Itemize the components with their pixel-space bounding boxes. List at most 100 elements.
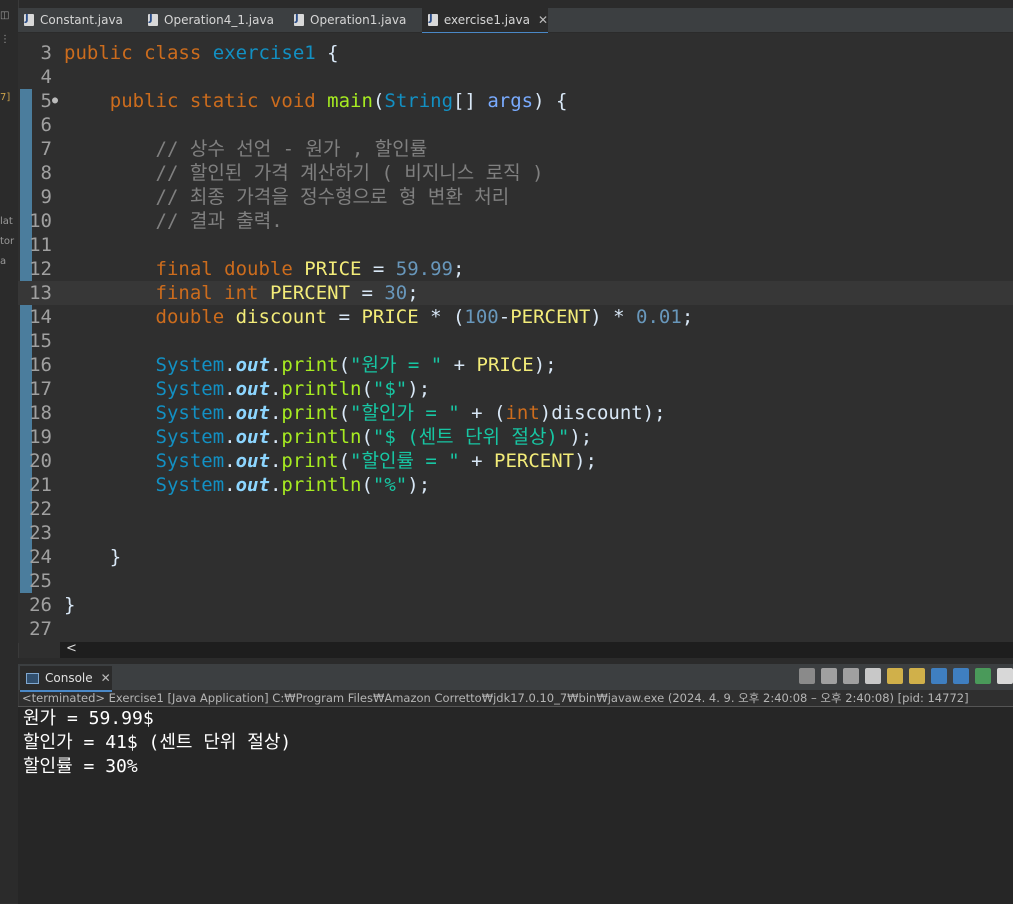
code-token: + xyxy=(442,354,477,376)
code-line[interactable]: 19 System.out.println("$ (센트 단위 절상)"); xyxy=(18,425,1013,449)
code-token: { xyxy=(315,42,339,64)
code-token: ); xyxy=(533,354,557,376)
code-line[interactable]: 14 double discount = PRICE * (100-PERCEN… xyxy=(18,305,1013,329)
code-line[interactable]: 21 System.out.println("%"); xyxy=(18,473,1013,497)
line-number: 20 xyxy=(29,450,52,472)
code-token: ( xyxy=(361,426,373,448)
code-line[interactable]: 13 final int PERCENT = 30; xyxy=(18,281,1013,305)
code-line[interactable]: 17 System.out.println("$"); xyxy=(18,377,1013,401)
code-line[interactable]: 8 // 할인된 가격 계산하기 ( 비지니스 로직 ) xyxy=(18,161,1013,185)
code-token: ( xyxy=(361,474,373,496)
code-token: print xyxy=(281,354,339,376)
code-token: print xyxy=(281,402,339,424)
line-number: 4 xyxy=(40,66,52,88)
code-token: public xyxy=(109,90,179,112)
terminate-icon[interactable] xyxy=(799,668,815,684)
code-line[interactable]: 16 System.out.print("원가 = " + PRICE); xyxy=(18,353,1013,377)
remove-all-icon[interactable] xyxy=(843,668,859,684)
code-line[interactable]: 10 // 결과 출력. xyxy=(18,209,1013,233)
code-line[interactable]: 12 final double PRICE = 59.99; xyxy=(18,257,1013,281)
line-number: 8 xyxy=(40,162,52,184)
console-output-line: 할인가 = 41$ (센트 단위 절상) xyxy=(23,732,292,753)
word-wrap-icon[interactable] xyxy=(887,668,903,684)
open-console-icon[interactable] xyxy=(975,668,991,684)
line-number: 9 xyxy=(40,186,52,208)
code-line[interactable]: 5 ● public static void main(String[] args… xyxy=(18,89,1013,113)
close-icon[interactable]: ✕ xyxy=(538,13,548,27)
code-text: System.out.println("%"); xyxy=(64,473,431,497)
left-strip-label: lat xyxy=(0,216,13,227)
code-line[interactable]: 4 xyxy=(18,65,1013,89)
tab-label: exercise1.java xyxy=(443,13,530,27)
tab-console[interactable]: Console ✕ xyxy=(20,666,112,692)
left-strip-label: tor xyxy=(0,236,15,247)
code-line[interactable]: 24 } xyxy=(18,545,1013,569)
line-number: 3 xyxy=(40,42,52,64)
left-strip-label: a xyxy=(0,256,7,267)
close-icon[interactable]: ✕ xyxy=(101,671,111,685)
code-line[interactable]: 15 xyxy=(18,329,1013,353)
line-number: 24 xyxy=(29,546,52,568)
show-on-output-icon[interactable] xyxy=(909,668,925,684)
code-line[interactable]: 6 xyxy=(18,113,1013,137)
pin-console-icon[interactable] xyxy=(931,668,947,684)
tab-constant[interactable]: Constant.java xyxy=(24,8,134,32)
code-token: out xyxy=(235,426,270,448)
code-line[interactable]: 9 // 최종 가격을 정수형으로 형 변환 처리 xyxy=(18,185,1013,209)
code-text: double discount = PRICE * (100-PERCENT) … xyxy=(64,305,694,329)
code-token: 100 xyxy=(464,306,499,328)
code-token: - xyxy=(498,306,511,328)
code-token: * ( xyxy=(418,306,465,328)
tab-operation4-1[interactable]: Operation4_1.java xyxy=(148,8,278,32)
code-token: System xyxy=(155,378,225,400)
scroll-left-arrow[interactable]: < xyxy=(66,641,77,656)
menu-icon[interactable]: ⋮ xyxy=(0,34,18,45)
code-line[interactable]: 3 public class exercise1 { xyxy=(18,41,1013,65)
code-token: main xyxy=(327,90,373,112)
code-token: + xyxy=(459,450,495,472)
code-token: ); xyxy=(407,378,431,400)
code-line[interactable]: 23 xyxy=(18,521,1013,545)
new-console-icon[interactable] xyxy=(997,668,1013,684)
code-token: ; xyxy=(407,282,419,304)
code-line[interactable]: 7 // 상수 선언 - 원가 , 할인률 xyxy=(18,137,1013,161)
collapse-icon[interactable]: ◫ xyxy=(0,10,18,21)
code-text: System.out.println("$ (센트 단위 절상)"); xyxy=(64,425,593,449)
code-line[interactable]: 20 System.out.print("할인률 = " + PERCENT); xyxy=(18,449,1013,473)
code-token: ( xyxy=(372,90,385,112)
code-line[interactable]: 25 xyxy=(18,569,1013,593)
left-panel-strip: ◫ ⋮ 7] lat tor a xyxy=(0,0,19,903)
code-editor[interactable]: 3 public class exercise1 {4 5 ● public stat… xyxy=(18,33,1013,643)
code-line[interactable]: 18 System.out.print("할인가 = " + (int)disc… xyxy=(18,401,1013,425)
display-console-icon[interactable] xyxy=(953,668,969,684)
tab-exercise1[interactable]: exercise1.java ✕ xyxy=(422,8,548,34)
remove-launch-icon[interactable] xyxy=(821,668,837,684)
code-token: "할인가 = " xyxy=(350,402,460,424)
code-line[interactable]: 26} xyxy=(18,593,1013,617)
code-token: ( xyxy=(338,402,351,424)
tab-operation1[interactable]: Operation1.java xyxy=(294,8,410,32)
horizontal-scrollbar[interactable]: < xyxy=(60,641,1013,658)
code-token: . xyxy=(224,378,236,400)
code-line[interactable]: 22 xyxy=(18,497,1013,521)
line-number: 16 xyxy=(29,354,52,376)
code-token: double xyxy=(224,258,293,280)
scroll-lock-icon[interactable] xyxy=(865,668,881,684)
code-line[interactable]: 11 xyxy=(18,233,1013,257)
code-token: ( xyxy=(338,450,351,472)
code-token: System xyxy=(155,450,225,472)
console-output[interactable]: 원가 = 59.99$ 할인가 = 41$ (센트 단위 절상) 할인률 = 30% xyxy=(18,706,1013,904)
line-number: 18 xyxy=(29,402,52,424)
override-marker-icon: ● xyxy=(52,95,59,106)
code-line[interactable]: 27 xyxy=(18,617,1013,641)
